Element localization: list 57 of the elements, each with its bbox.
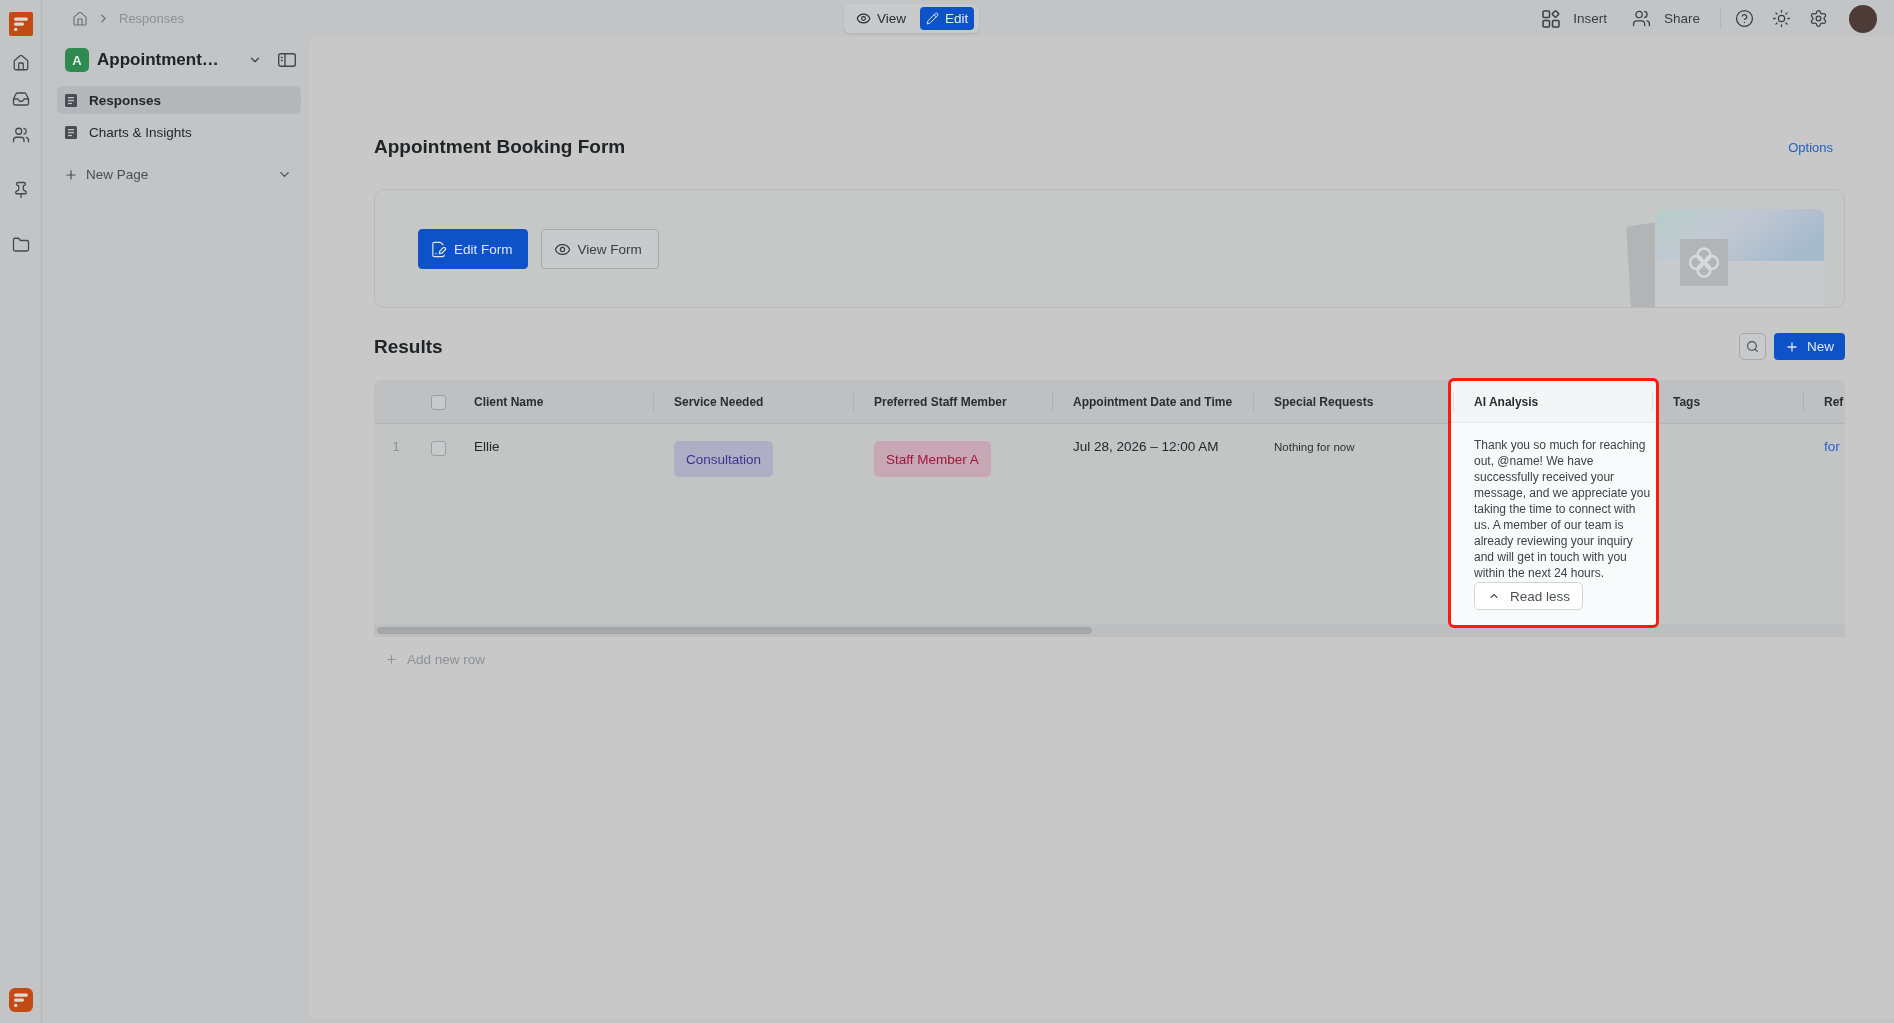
scrollbar-thumb[interactable] bbox=[377, 627, 1092, 634]
table-cell-text: Nothing for now bbox=[1274, 440, 1355, 455]
help-icon[interactable] bbox=[1735, 9, 1754, 28]
logo-icon[interactable] bbox=[8, 12, 33, 36]
share-button[interactable]: Share bbox=[1631, 9, 1700, 28]
column-header[interactable]: Client Name bbox=[474, 395, 544, 409]
column-header[interactable]: Tags bbox=[1673, 395, 1701, 409]
column-header[interactable]: Ref bbox=[1824, 395, 1844, 409]
column-header[interactable]: AI Analysis bbox=[1474, 395, 1539, 409]
panel-icon[interactable] bbox=[278, 53, 296, 67]
search-icon bbox=[1746, 340, 1759, 353]
options-link[interactable]: Options bbox=[1788, 139, 1833, 155]
column-header[interactable]: Preferred Staff Member bbox=[874, 395, 1007, 409]
document-icon bbox=[65, 125, 77, 139]
avatar[interactable] bbox=[1849, 4, 1877, 33]
document-icon bbox=[65, 93, 77, 107]
mode-tab[interactable]: Edit bbox=[920, 7, 975, 30]
plus-icon bbox=[1785, 339, 1799, 354]
plus-icon bbox=[385, 653, 398, 666]
eye-icon bbox=[856, 11, 871, 26]
folder-icon[interactable] bbox=[11, 236, 30, 254]
sidebar-item[interactable]: Charts & Insights bbox=[57, 118, 301, 146]
shapes-icon bbox=[1542, 9, 1561, 28]
workspace-name[interactable]: Appointment… bbox=[97, 50, 219, 70]
logo-icon[interactable] bbox=[8, 988, 33, 1012]
analysis-text: Thank you so much for reaching out, @name! We have successfully received your message, and we appreciate you taking the time to connect with us. A member of our team is already reviewing your inquiry and will get in touch with you within the next 24 hours. bbox=[1474, 437, 1652, 581]
new-button[interactable]: New bbox=[1774, 333, 1845, 360]
view-form-button[interactable]: View Form bbox=[540, 229, 659, 269]
insert-button[interactable]: Insert bbox=[1542, 9, 1607, 28]
table-cell-text: Jul 28, 2026 – 12:00 AM bbox=[1073, 438, 1219, 456]
column-header[interactable]: Special Requests bbox=[1274, 395, 1374, 409]
mode-tab[interactable]: View bbox=[850, 7, 913, 30]
table-cell-text: Ellie bbox=[474, 438, 500, 456]
users-icon[interactable] bbox=[11, 126, 30, 144]
sidebar-item[interactable]: Responses bbox=[57, 86, 301, 114]
home-icon[interactable] bbox=[72, 10, 88, 27]
column-header[interactable]: Appointment Date and Time bbox=[1073, 395, 1233, 409]
tag: Staff Member A bbox=[874, 441, 991, 477]
document-pencil-icon bbox=[430, 240, 447, 258]
checkbox[interactable] bbox=[430, 441, 446, 456]
workspace-badge: A bbox=[65, 48, 89, 72]
settings-icon[interactable] bbox=[1809, 9, 1828, 28]
search-button[interactable] bbox=[1739, 333, 1766, 360]
new-page-button[interactable]: New Page bbox=[64, 167, 149, 182]
scrollbar-track[interactable] bbox=[374, 624, 1845, 637]
form-title: Appointment Booking Form bbox=[374, 136, 626, 158]
results-title: Results bbox=[374, 335, 443, 358]
pencil-icon bbox=[926, 12, 940, 25]
users-icon bbox=[1631, 9, 1651, 28]
column-header[interactable]: Service Needed bbox=[674, 395, 764, 409]
read-less-button[interactable]: Read less bbox=[1474, 582, 1584, 610]
tag: Consultation bbox=[674, 441, 774, 477]
inbox-icon[interactable] bbox=[11, 90, 30, 108]
sun-icon[interactable] bbox=[1772, 9, 1791, 28]
home-icon[interactable] bbox=[11, 54, 30, 72]
plus-icon bbox=[64, 167, 78, 182]
edit-form-button[interactable]: Edit Form bbox=[418, 229, 528, 269]
